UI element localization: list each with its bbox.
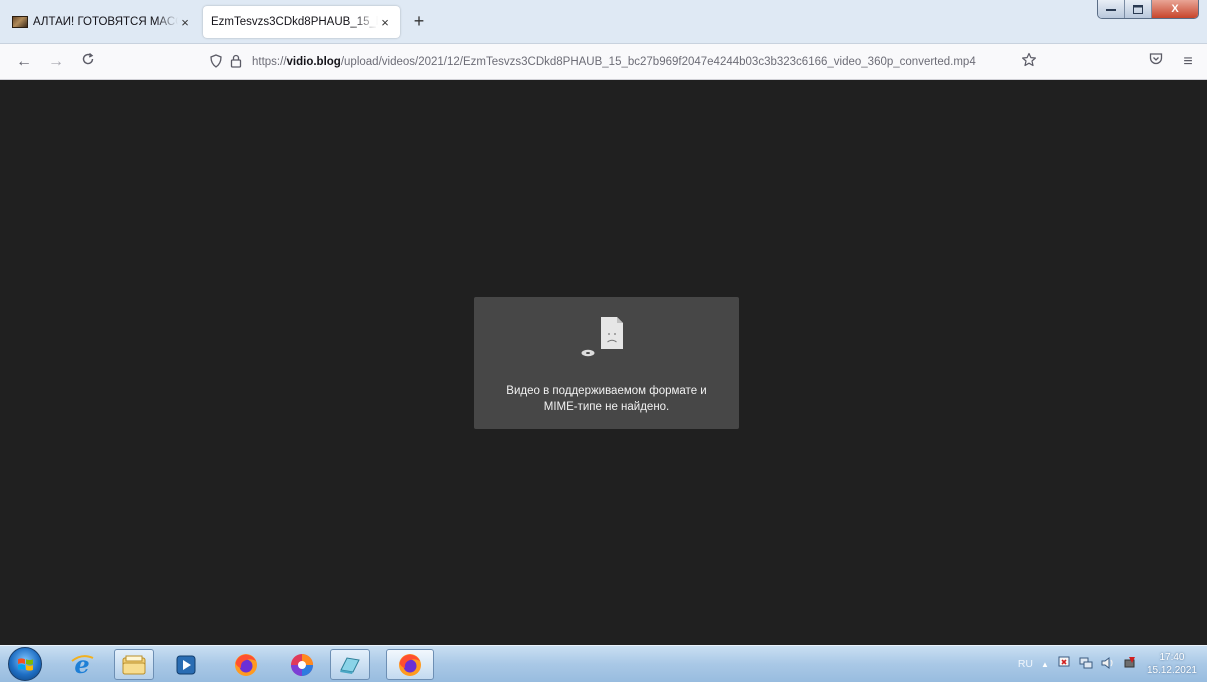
minimize-button[interactable] [1098, 0, 1125, 18]
tray-expand-icon[interactable]: ▲ [1041, 660, 1049, 669]
tab-title: EzmTesvzs3CDkd8PHAUB_15_bc27b [211, 16, 378, 28]
browser-swirl-icon[interactable] [282, 649, 322, 680]
clock[interactable]: 17:40 15.12.2021 [1147, 651, 1197, 677]
url-text[interactable]: https://vidio.blog/upload/videos/2021/12… [252, 56, 1018, 68]
error-line-1: Видео в поддерживаемом формате и [506, 385, 707, 397]
minimize-icon [1105, 9, 1116, 11]
tab-title: АЛТАЙ! ГОТОВЯТСЯ МАССОВ [33, 16, 178, 28]
action-center-icon[interactable] [1057, 656, 1071, 673]
firefox-icon[interactable] [386, 649, 434, 680]
url-host: vidio.blog [286, 56, 341, 68]
forward-button[interactable]: → [46, 52, 66, 72]
reload-icon [82, 52, 94, 65]
url-path: /upload/videos/2021/12/EzmTesvzs3CDkd8PH… [340, 56, 976, 68]
tracking-protection-shield-icon[interactable] [206, 53, 226, 71]
windows-logo-icon [18, 658, 33, 671]
window-controls: X [1097, 0, 1199, 19]
lock-icon[interactable] [226, 54, 246, 71]
volume-icon[interactable] [1101, 656, 1115, 673]
broken-file-icon [581, 317, 623, 357]
start-button[interactable] [8, 647, 42, 681]
maximize-button[interactable] [1125, 0, 1152, 18]
error-line-2: MIME-типе не найдено. [543, 401, 670, 413]
reload-button[interactable] [78, 52, 98, 72]
pocket-button[interactable] [1146, 52, 1166, 72]
tab-close-icon[interactable]: × [378, 15, 392, 30]
maximize-icon [1133, 4, 1143, 14]
video-error-box: Видео в поддерживаемом формате и MIME-ти… [474, 297, 739, 429]
power-warning-icon[interactable] [1123, 656, 1137, 673]
url-scheme: https:// [252, 56, 287, 68]
close-button[interactable]: X [1152, 0, 1198, 18]
video-viewport: Видео в поддерживаемом формате и MIME-ти… [0, 81, 1207, 645]
bookmark-star-icon[interactable] [1018, 52, 1040, 73]
tab-altai[interactable]: АЛТАЙ! ГОТОВЯТСЯ МАССОВ × [4, 6, 200, 38]
tab-favicon [12, 16, 28, 28]
tab-bar: АЛТАЙ! ГОТОВЯТСЯ МАССОВ × EzmTesvzs3CDkd… [0, 0, 1207, 44]
nav-bar: ← → https://vidio.blog/upload/videos/202… [0, 44, 1207, 80]
tab-video[interactable]: EzmTesvzs3CDkd8PHAUB_15_bc27b × [203, 6, 400, 38]
video-error-message: Видео в поддерживаемом формате и MIME-ти… [474, 383, 739, 415]
back-button[interactable]: ← [14, 52, 34, 72]
url-bar[interactable]: https://vidio.blog/upload/videos/2021/12… [206, 48, 1040, 76]
clock-time: 17:40 [1159, 652, 1185, 663]
clock-date: 15.12.2021 [1146, 665, 1197, 676]
taskbar: e RU ▲ 17:40 15.12.2021 [0, 645, 1207, 682]
language-indicator[interactable]: RU [1018, 658, 1033, 670]
tab-close-icon[interactable]: × [178, 15, 192, 30]
pocket-icon [1149, 53, 1163, 65]
firefox-icon[interactable] [226, 649, 266, 680]
network-icon[interactable] [1079, 656, 1093, 673]
app-icon[interactable] [330, 649, 370, 680]
system-tray: RU ▲ 17:40 15.12.2021 [1014, 646, 1207, 682]
menu-button[interactable]: ≡ [1178, 52, 1198, 72]
explorer-folder-icon[interactable] [114, 649, 154, 680]
media-player-icon[interactable] [166, 649, 206, 680]
ie-icon[interactable]: e [62, 649, 102, 680]
new-tab-button[interactable]: + [408, 11, 430, 33]
